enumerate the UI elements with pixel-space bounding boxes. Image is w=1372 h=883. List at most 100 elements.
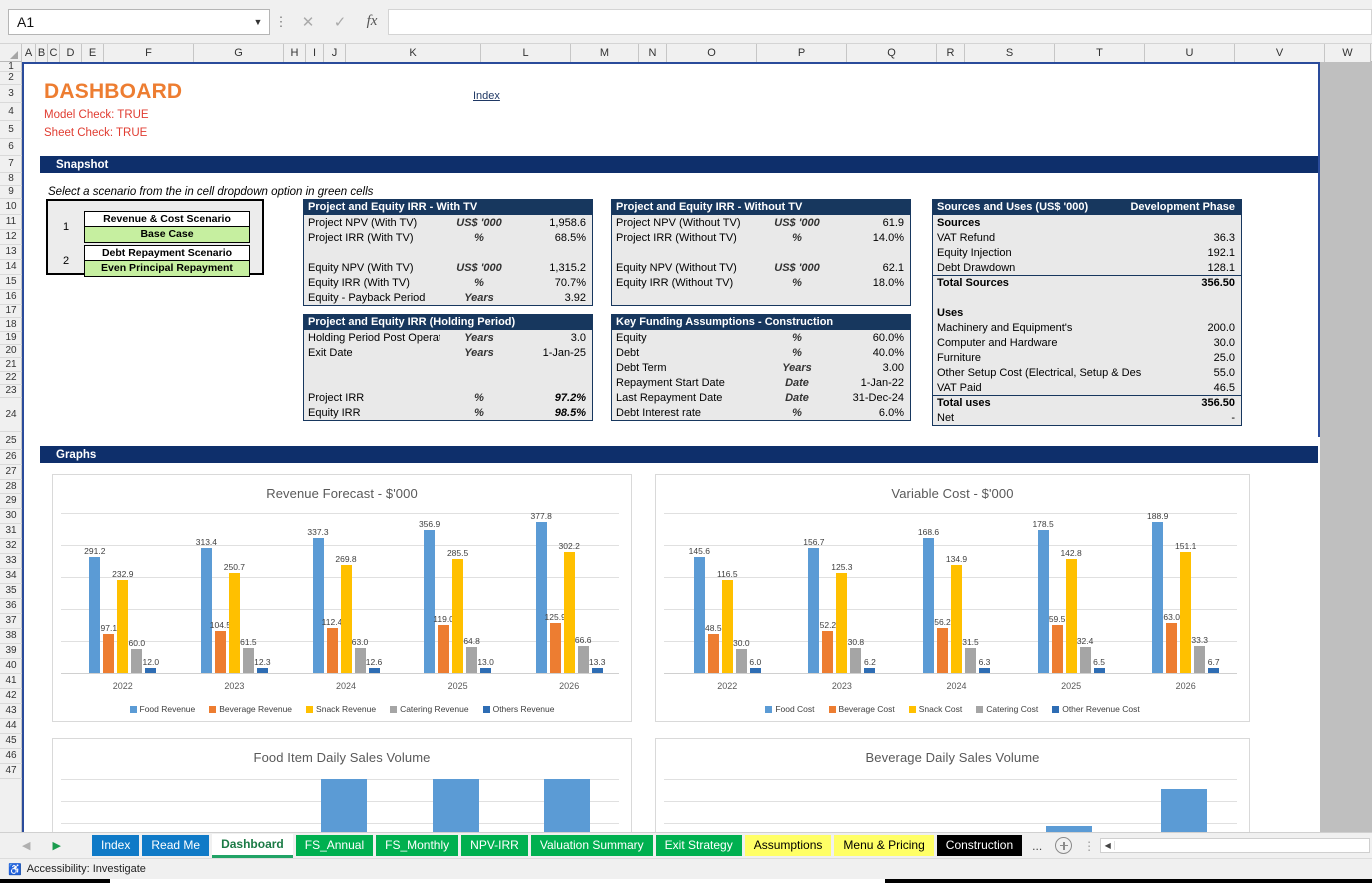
column-header-B[interactable]: B: [36, 44, 48, 62]
bar[interactable]: [564, 552, 575, 673]
row-header-17[interactable]: 17: [0, 305, 22, 318]
column-header-M[interactable]: M: [571, 44, 639, 62]
bar[interactable]: [722, 580, 733, 673]
bar[interactable]: [536, 522, 547, 673]
row-header-4[interactable]: 4: [0, 103, 22, 121]
row-header-21[interactable]: 21: [0, 358, 22, 372]
sheet-tab-menu-pricing[interactable]: Menu & Pricing: [834, 835, 933, 856]
bar[interactable]: [1080, 647, 1091, 673]
sheet-tab-npv-irr[interactable]: NPV-IRR: [461, 835, 528, 856]
bar[interactable]: [1161, 789, 1207, 832]
row-header-37[interactable]: 37: [0, 614, 22, 629]
bar[interactable]: [355, 648, 366, 673]
sheet-tab-assumptions[interactable]: Assumptions: [745, 835, 832, 856]
row-header-32[interactable]: 32: [0, 539, 22, 554]
row-header-31[interactable]: 31: [0, 524, 22, 539]
row-header-9[interactable]: 9: [0, 186, 22, 199]
row-header-13[interactable]: 13: [0, 245, 22, 260]
bar[interactable]: [438, 625, 449, 673]
column-header-T[interactable]: T: [1055, 44, 1145, 62]
bar[interactable]: [965, 648, 976, 673]
insert-function-icon[interactable]: fx: [356, 9, 388, 35]
legend-item[interactable]: Others Revenue: [483, 704, 555, 714]
index-link[interactable]: Index: [473, 90, 500, 102]
bar[interactable]: [341, 565, 352, 673]
bar[interactable]: [808, 548, 819, 673]
bar[interactable]: [544, 779, 590, 832]
row-header-38[interactable]: 38: [0, 629, 22, 644]
cancel-icon[interactable]: ✕: [292, 9, 324, 35]
row-header-34[interactable]: 34: [0, 569, 22, 584]
row-header-47[interactable]: 47: [0, 764, 22, 779]
sheet-tab-index[interactable]: Index: [92, 835, 139, 856]
bar[interactable]: [243, 648, 254, 673]
bar[interactable]: [550, 623, 561, 673]
column-header-O[interactable]: O: [667, 44, 757, 62]
bar[interactable]: [1180, 552, 1191, 673]
column-header-G[interactable]: G: [194, 44, 284, 62]
row-header-26[interactable]: 26: [0, 450, 22, 465]
row-header-1[interactable]: 1: [0, 62, 22, 72]
column-header-W[interactable]: W: [1325, 44, 1371, 62]
legend-item[interactable]: Beverage Cost: [829, 704, 895, 714]
bar[interactable]: [1038, 530, 1049, 673]
row-header-43[interactable]: 43: [0, 704, 22, 719]
row-header-46[interactable]: 46: [0, 749, 22, 764]
legend-item[interactable]: Catering Cost: [976, 704, 1038, 714]
chevron-down-icon[interactable]: ▼: [251, 17, 265, 27]
horizontal-scrollbar[interactable]: ◀: [1100, 838, 1370, 853]
column-header-S[interactable]: S: [965, 44, 1055, 62]
bar[interactable]: [321, 779, 367, 832]
chart-beverage-daily-sales-volume[interactable]: Beverage Daily Sales Volume: [655, 738, 1250, 832]
scenario-dropdown-revenue-cost[interactable]: Base Case: [85, 227, 249, 242]
bar[interactable]: [578, 646, 589, 673]
row-header-23[interactable]: 23: [0, 385, 22, 398]
row-header-12[interactable]: 12: [0, 230, 22, 245]
row-header-42[interactable]: 42: [0, 689, 22, 704]
formula-input[interactable]: [388, 9, 1372, 35]
bar[interactable]: [466, 647, 477, 673]
row-header-40[interactable]: 40: [0, 659, 22, 674]
add-sheet-button[interactable]: [1055, 837, 1072, 854]
sheet-tab-fs-annual[interactable]: FS_Annual: [296, 835, 373, 856]
row-header-8[interactable]: 8: [0, 173, 22, 186]
row-header-30[interactable]: 30: [0, 509, 22, 524]
sheet-tab-exit-strategy[interactable]: Exit Strategy: [656, 835, 742, 856]
row-header-3[interactable]: 3: [0, 85, 22, 103]
row-header-24[interactable]: 24: [0, 398, 22, 432]
row-header-16[interactable]: 16: [0, 290, 22, 305]
row-header-20[interactable]: 20: [0, 345, 22, 358]
bar[interactable]: [836, 573, 847, 673]
tab-options-icon[interactable]: ⋮: [1078, 839, 1100, 853]
row-header-45[interactable]: 45: [0, 734, 22, 749]
row-header-41[interactable]: 41: [0, 674, 22, 689]
name-box[interactable]: A1 ▼: [8, 9, 270, 35]
legend-item[interactable]: Food Revenue: [130, 704, 196, 714]
sheet-tab-dashboard[interactable]: Dashboard: [212, 834, 293, 858]
column-header-N[interactable]: N: [639, 44, 667, 62]
bar[interactable]: [201, 548, 212, 673]
column-header-J[interactable]: J: [324, 44, 346, 62]
column-header-E[interactable]: E: [82, 44, 104, 62]
row-header-5[interactable]: 5: [0, 121, 22, 139]
scroll-left-icon[interactable]: ◀: [1101, 841, 1115, 850]
row-header-36[interactable]: 36: [0, 599, 22, 614]
row-header-28[interactable]: 28: [0, 480, 22, 494]
bar[interactable]: [1066, 559, 1077, 673]
bar[interactable]: [452, 559, 463, 673]
bar[interactable]: [1166, 623, 1177, 673]
sheet-tab-read-me[interactable]: Read Me: [142, 835, 209, 856]
column-header-Q[interactable]: Q: [847, 44, 937, 62]
bar[interactable]: [103, 634, 114, 673]
row-header-7[interactable]: 7: [0, 156, 22, 173]
tab-nav-next-icon[interactable]: ▶: [52, 839, 60, 852]
chart-revenue-forecast[interactable]: Revenue Forecast - $'000291.297.1232.960…: [52, 474, 632, 722]
bar[interactable]: [433, 779, 479, 832]
bar[interactable]: [850, 648, 861, 673]
bar[interactable]: [117, 580, 128, 673]
row-header-39[interactable]: 39: [0, 644, 22, 659]
row-header-10[interactable]: 10: [0, 199, 22, 215]
sheet-tab-fs-monthly[interactable]: FS_Monthly: [376, 835, 458, 856]
column-header-F[interactable]: F: [104, 44, 194, 62]
legend-item[interactable]: Snack Revenue: [306, 704, 376, 714]
